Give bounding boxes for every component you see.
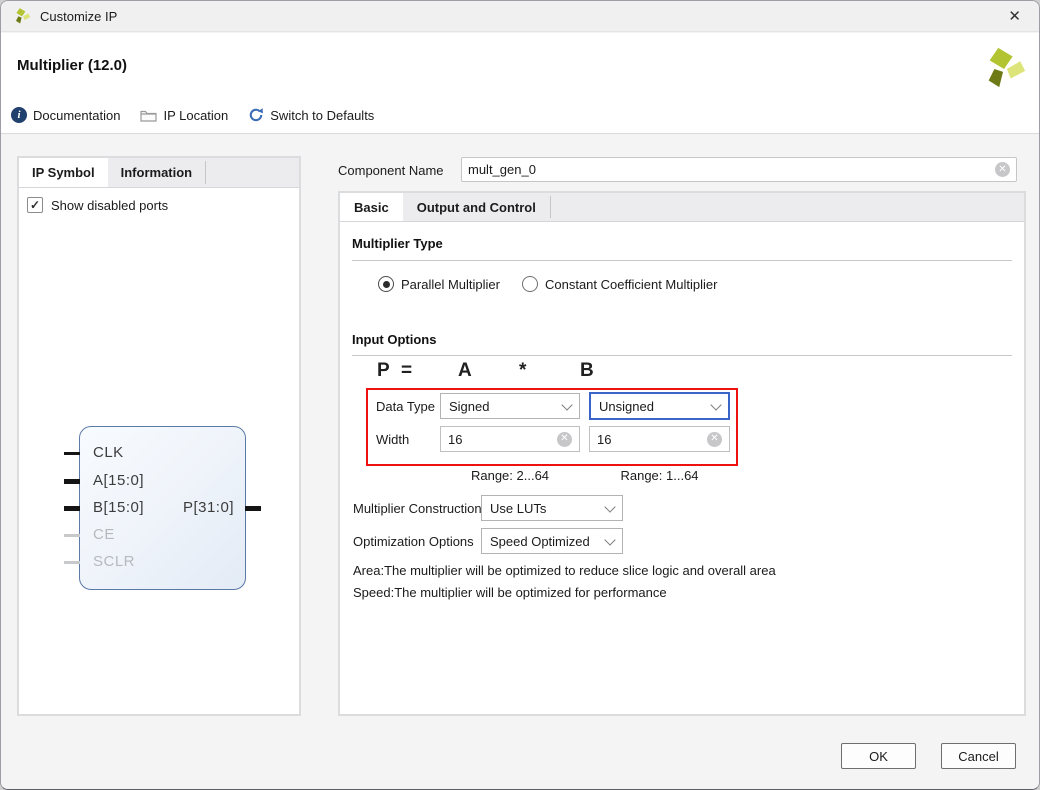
clear-icon[interactable]: ✕ — [557, 432, 572, 447]
radio-label: Parallel Multiplier — [401, 277, 500, 292]
show-disabled-ports-label: Show disabled ports — [51, 198, 168, 213]
xilinx-logo-icon — [13, 7, 31, 25]
left-tab-strip: IP Symbol Information — [19, 158, 299, 188]
port-sclr-stub — [64, 561, 80, 564]
component-name-label: Component Name — [338, 163, 444, 178]
info-icon: i — [11, 107, 27, 123]
b-range-label: Range: 1...64 — [589, 468, 730, 483]
switch-to-defaults-button[interactable]: Switch to Defaults — [248, 107, 374, 123]
documentation-button[interactable]: i Documentation — [11, 107, 120, 123]
b-width-input[interactable]: 16 ✕ — [589, 426, 730, 452]
switch-to-defaults-label: Switch to Defaults — [270, 108, 374, 123]
tab-label: IP Symbol — [32, 165, 95, 180]
radio-constant-coefficient-multiplier[interactable]: Constant Coefficient Multiplier — [522, 276, 717, 292]
equation-equals: = — [401, 360, 412, 382]
port-a-label: A[15:0] — [93, 472, 144, 489]
a-data-type-value: Signed — [449, 399, 489, 414]
chevron-down-icon — [604, 501, 615, 512]
port-ce-label: CE — [93, 526, 115, 543]
tab-information[interactable]: Information — [108, 158, 206, 187]
tab-label: Information — [121, 165, 193, 180]
config-tab-strip: Basic Output and Control — [340, 193, 1024, 222]
config-panel: Basic Output and Control Multiplier Type… — [338, 191, 1026, 716]
area-note: Area:The multiplier will be optimized to… — [353, 563, 776, 578]
cancel-button[interactable]: Cancel — [941, 743, 1016, 769]
tab-separator — [550, 196, 551, 218]
section-divider — [352, 260, 1012, 261]
customize-ip-dialog: Customize IP ✕ Multiplier (12.0) i Docum… — [0, 0, 1040, 790]
symbol-canvas: CLK A[15:0] B[15:0] CE — [19, 222, 299, 702]
port-clk-stub — [64, 452, 80, 455]
optimization-options-label: Optimization Options — [353, 534, 474, 549]
radio-label: Constant Coefficient Multiplier — [545, 277, 717, 292]
header: Multiplier (12.0) i Documentation IP Loc… — [1, 33, 1039, 134]
equation-a: A — [458, 360, 472, 382]
a-range-label: Range: 2...64 — [440, 468, 580, 483]
xilinx-brand-logo — [981, 45, 1027, 91]
port-a-stub — [64, 479, 80, 484]
component-name-input[interactable]: mult_gen_0 ✕ — [461, 157, 1017, 182]
port-ce-stub — [64, 534, 80, 537]
a-width-value: 16 — [448, 432, 557, 447]
optimization-options-value: Speed Optimized — [490, 534, 590, 549]
chevron-down-icon — [561, 399, 572, 410]
component-name-value: mult_gen_0 — [468, 162, 995, 177]
b-data-type-dropdown[interactable]: Unsigned — [589, 392, 730, 420]
port-p-label: P[31:0] — [183, 499, 234, 516]
multiplier-construction-value: Use LUTs — [490, 501, 546, 516]
port-p-stub — [245, 506, 261, 511]
close-icon[interactable]: ✕ — [1002, 7, 1027, 26]
refresh-icon — [248, 107, 264, 123]
port-clk-label: CLK — [93, 444, 124, 461]
radio-parallel-multiplier[interactable]: Parallel Multiplier — [378, 276, 500, 292]
folder-icon — [140, 108, 157, 122]
main-area: IP Symbol Information ✓ Show disabled po… — [1, 134, 1039, 789]
multiplier-type-heading: Multiplier Type — [352, 236, 443, 251]
ip-location-label: IP Location — [163, 108, 228, 123]
clear-icon[interactable]: ✕ — [707, 432, 722, 447]
a-width-input[interactable]: 16 ✕ — [440, 426, 580, 452]
tab-basic[interactable]: Basic — [340, 193, 403, 221]
data-type-label: Data Type — [376, 399, 435, 414]
clear-icon[interactable]: ✕ — [995, 162, 1010, 177]
chevron-down-icon — [604, 534, 615, 545]
ip-symbol-block: CLK A[15:0] B[15:0] CE — [79, 426, 246, 590]
equation-star: * — [519, 360, 526, 382]
checkbox-checked-icon[interactable]: ✓ — [27, 197, 43, 213]
ok-button[interactable]: OK — [841, 743, 916, 769]
speed-note: Speed:The multiplier will be optimized f… — [353, 585, 667, 600]
radio-unselected-icon — [522, 276, 538, 292]
tab-label: Output and Control — [417, 200, 536, 215]
window-title: Customize IP — [40, 9, 117, 24]
tab-separator — [205, 161, 206, 184]
ip-symbol-panel: IP Symbol Information ✓ Show disabled po… — [17, 156, 301, 716]
section-divider — [352, 355, 1012, 356]
ip-location-button[interactable]: IP Location — [140, 108, 228, 123]
multiplier-construction-dropdown[interactable]: Use LUTs — [481, 495, 623, 521]
width-label: Width — [376, 432, 409, 447]
b-width-value: 16 — [597, 432, 707, 447]
ip-title: Multiplier (12.0) — [17, 57, 127, 74]
show-disabled-ports-option[interactable]: ✓ Show disabled ports — [19, 188, 299, 222]
radio-selected-icon — [378, 276, 394, 292]
basic-tab-content: Multiplier Type Parallel Multiplier Cons… — [340, 222, 1024, 715]
input-options-heading: Input Options — [352, 332, 436, 347]
multiplier-type-options: Parallel Multiplier Constant Coefficient… — [378, 276, 717, 292]
equation-b: B — [580, 360, 594, 382]
port-sclr-label: SCLR — [93, 553, 135, 570]
port-b-label: B[15:0] — [93, 499, 144, 516]
toolbar: i Documentation IP Location Switch to De… — [11, 107, 374, 123]
chevron-down-icon — [710, 399, 721, 410]
tab-label: Basic — [354, 200, 389, 215]
documentation-label: Documentation — [33, 108, 120, 123]
optimization-options-dropdown[interactable]: Speed Optimized — [481, 528, 623, 554]
tab-output-and-control[interactable]: Output and Control — [403, 193, 550, 221]
equation-p: P — [377, 360, 390, 382]
b-data-type-value: Unsigned — [599, 399, 654, 414]
multiplier-construction-label: Multiplier Construction — [353, 501, 482, 516]
a-data-type-dropdown[interactable]: Signed — [440, 393, 580, 419]
tab-ip-symbol[interactable]: IP Symbol — [19, 158, 108, 187]
titlebar: Customize IP ✕ — [1, 1, 1039, 32]
port-b-stub — [64, 506, 80, 511]
